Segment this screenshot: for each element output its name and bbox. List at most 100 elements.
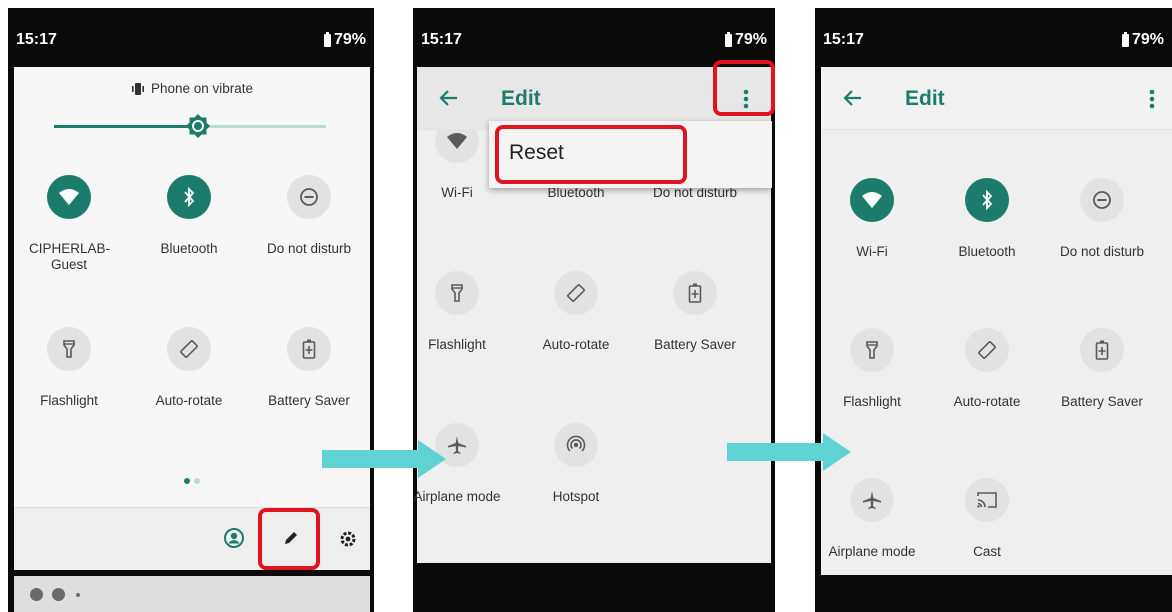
- tile-label: Flashlight: [843, 394, 901, 409]
- tile-label: Auto-rotate: [953, 394, 1021, 409]
- tile-auto-rotate[interactable]: Auto-rotate: [134, 327, 244, 409]
- tile-cast[interactable]: Cast: [932, 478, 1042, 560]
- auto-rotate-icon: [965, 328, 1009, 372]
- quick-settings-panel: Phone on vibrate CIPHERLAB-Guest Bluetoot…: [14, 67, 370, 507]
- battery-level: 79%: [333, 31, 366, 48]
- status-time: 15:17: [421, 31, 462, 48]
- do-not-disturb-icon: [1080, 178, 1124, 222]
- battery-level: 79%: [1131, 31, 1164, 48]
- phone-screen-quick-settings: 15:17 79% Phone on vibrate CIPHERLAB-Gue…: [8, 8, 374, 612]
- airplane-icon: [850, 478, 894, 522]
- tile-label: Auto-rotate: [542, 337, 610, 352]
- do-not-disturb-icon: [287, 175, 331, 219]
- back-arrow-icon[interactable]: [843, 89, 863, 112]
- tile-label: Do not disturb: [266, 241, 352, 256]
- battery-indicator: 79%: [323, 31, 366, 49]
- tile-label: Wi-Fi: [856, 244, 888, 259]
- notification-row[interactable]: [14, 576, 370, 612]
- tile-battery-saver[interactable]: Battery Saver: [640, 271, 750, 353]
- ringer-label: Phone on vibrate: [150, 81, 254, 96]
- wifi-icon: [47, 175, 91, 219]
- tile-do-not-disturb[interactable]: Do not disturb: [1047, 178, 1157, 260]
- brightness-thumb[interactable]: [185, 113, 211, 144]
- edit-highlight-box: [258, 508, 320, 570]
- chrome-icon: [52, 588, 65, 601]
- auto-rotate-icon: [554, 271, 598, 315]
- tile-label: Airplane mode: [413, 489, 501, 504]
- tile-flashlight[interactable]: Flashlight: [817, 328, 927, 410]
- battery-level: 79%: [734, 31, 767, 48]
- tile-label: Cast: [973, 544, 1001, 559]
- vibrate-icon: [131, 83, 145, 98]
- page-dot-active: [184, 478, 190, 484]
- cast-icon: [965, 478, 1009, 522]
- tile-bluetooth[interactable]: Bluetooth: [932, 178, 1042, 260]
- tile-flashlight[interactable]: Flashlight: [14, 327, 124, 409]
- tile-label: Flashlight: [40, 393, 98, 408]
- edit-title: Edit: [905, 87, 945, 110]
- screen-bottom: [417, 568, 771, 612]
- bluetooth-icon: [167, 175, 211, 219]
- tile-bluetooth[interactable]: Bluetooth: [134, 175, 244, 257]
- battery-icon: [1121, 31, 1129, 47]
- transition-arrow-2: [727, 433, 851, 471]
- status-time: 15:17: [16, 31, 57, 48]
- tile-hotspot[interactable]: Hotspot: [521, 423, 631, 505]
- tile-auto-rotate[interactable]: Auto-rotate: [521, 271, 631, 353]
- tile-battery-saver[interactable]: Battery Saver: [254, 327, 364, 409]
- app-icon: [30, 588, 43, 601]
- tile-label: Bluetooth: [160, 241, 218, 256]
- tile-wifi[interactable]: CIPHERLAB-Guest: [14, 175, 124, 273]
- bluetooth-icon: [965, 178, 1009, 222]
- user-icon[interactable]: [224, 528, 244, 553]
- tile-flashlight[interactable]: Flashlight: [413, 271, 512, 353]
- status-bar: 15:17 79%: [413, 8, 775, 60]
- tile-label: Flashlight: [428, 337, 486, 352]
- settings-icon[interactable]: [339, 530, 357, 553]
- back-arrow-icon[interactable]: [439, 89, 459, 112]
- phone-screen-edit-reset: 15:17 79% Wi-Fi Bluetooth Do not disturb Fl…: [815, 8, 1172, 612]
- flashlight-icon: [47, 327, 91, 371]
- tile-do-not-disturb[interactable]: Do not disturb: [254, 175, 364, 257]
- tile-battery-saver[interactable]: Battery Saver: [1047, 328, 1157, 410]
- flashlight-icon: [850, 328, 894, 372]
- edit-toolbar: Edit: [821, 67, 1172, 130]
- battery-indicator: 79%: [724, 31, 767, 49]
- tile-label: Do not disturb: [1059, 244, 1145, 259]
- wifi-icon: [850, 178, 894, 222]
- hotspot-icon: [554, 423, 598, 467]
- tile-label: Auto-rotate: [155, 393, 223, 408]
- status-time: 15:17: [823, 31, 864, 48]
- brightness-fill: [54, 125, 197, 128]
- edit-title: Edit: [501, 87, 541, 110]
- battery-icon: [724, 31, 732, 47]
- status-bar: 15:17 79%: [8, 8, 374, 60]
- tile-wifi[interactable]: Wi-Fi: [817, 178, 927, 260]
- reset-highlight-box: [495, 125, 687, 184]
- phone-screen-edit-menu: 15:17 79% Wi-Fi Bluetooth Do not disturb Fl…: [413, 8, 775, 612]
- status-bar: 15:17 79%: [815, 8, 1172, 60]
- ringer-status[interactable]: Phone on vibrate: [14, 81, 370, 98]
- flashlight-icon: [435, 271, 479, 315]
- tile-label: Bluetooth: [958, 244, 1016, 259]
- page-dot: [194, 478, 200, 484]
- tile-label: CIPHERLAB-Guest: [29, 241, 111, 272]
- tile-label: Battery Saver: [1061, 394, 1143, 409]
- tile-label: Airplane mode: [828, 544, 916, 559]
- more-notifications-dot: [76, 593, 80, 597]
- transition-arrow-1: [322, 440, 446, 478]
- more-options-icon[interactable]: [1149, 89, 1155, 114]
- auto-rotate-icon: [167, 327, 211, 371]
- tile-label: Battery Saver: [654, 337, 736, 352]
- battery-saver-icon: [673, 271, 717, 315]
- more-options-highlight-box: [713, 60, 775, 116]
- tile-auto-rotate[interactable]: Auto-rotate: [932, 328, 1042, 410]
- battery-saver-icon: [287, 327, 331, 371]
- tile-label: Battery Saver: [268, 393, 350, 408]
- edit-panel: Wi-Fi Bluetooth Do not disturb Flashlight Au…: [821, 67, 1172, 575]
- battery-saver-icon: [1080, 328, 1124, 372]
- tile-airplane[interactable]: Airplane mode: [817, 478, 927, 560]
- battery-indicator: 79%: [1121, 31, 1164, 49]
- battery-icon: [323, 31, 331, 47]
- page-indicator: [14, 471, 370, 489]
